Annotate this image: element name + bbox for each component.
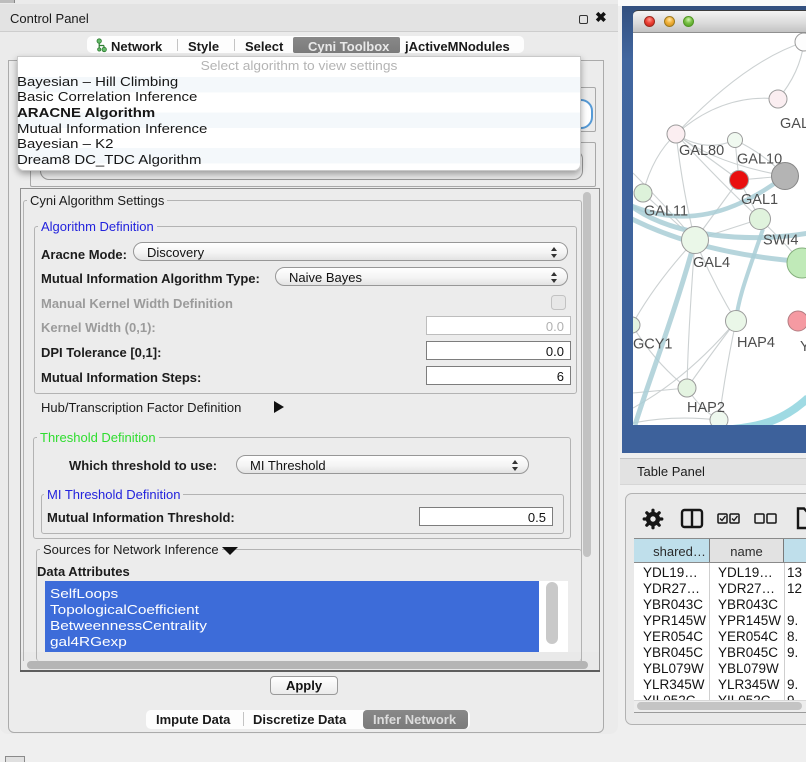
svg-text:GAL1: GAL1 (741, 192, 778, 208)
svg-text:GAL4: GAL4 (693, 255, 730, 271)
svg-text:HAP4: HAP4 (737, 335, 775, 351)
svg-text:GCY1: GCY1 (633, 337, 673, 353)
svg-text:GAL10: GAL10 (737, 152, 782, 168)
svg-text:HAP2: HAP2 (687, 400, 725, 416)
svg-text:SWI4: SWI4 (763, 233, 798, 249)
svg-text:GAL: GAL (780, 116, 806, 132)
svg-text:GAL11: GAL11 (644, 204, 688, 220)
svg-text:Y: Y (800, 339, 806, 355)
svg-text:GAL80: GAL80 (679, 143, 724, 159)
